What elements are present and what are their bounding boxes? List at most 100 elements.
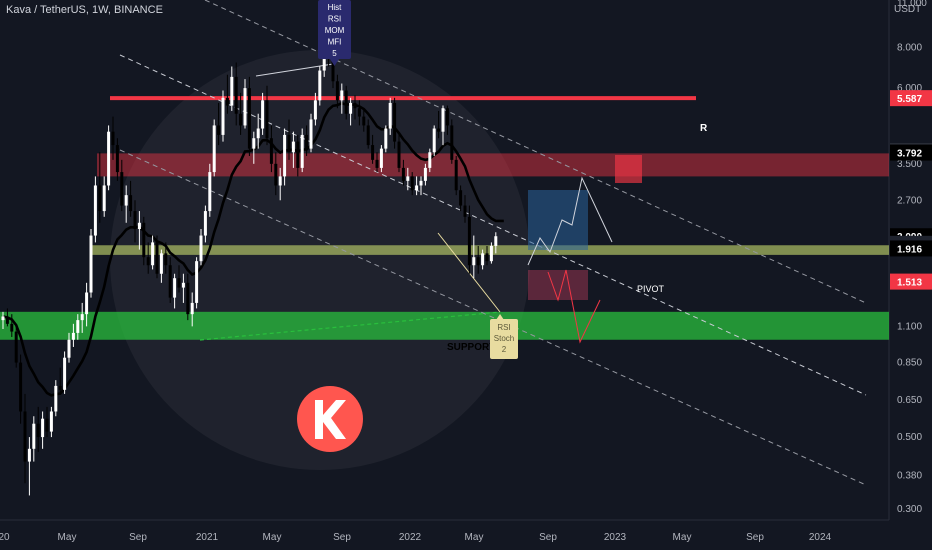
candle-body xyxy=(287,134,291,153)
candle-body xyxy=(177,278,181,288)
candle-body xyxy=(195,261,199,303)
candle-body xyxy=(85,292,89,315)
y-tick-label: 0.380 xyxy=(897,471,922,482)
x-tick-label: 2021 xyxy=(196,532,219,543)
candle-body xyxy=(181,282,185,288)
x-tick-label: Sep xyxy=(129,532,147,543)
candle-body xyxy=(454,159,458,191)
candle-body xyxy=(371,145,375,160)
candle-body xyxy=(10,323,14,332)
candle-body xyxy=(107,131,111,186)
candle-body xyxy=(5,316,9,324)
candle-body xyxy=(243,88,247,126)
candle-body xyxy=(410,176,414,191)
candle-body xyxy=(230,76,234,106)
x-tick-label: 2023 xyxy=(604,532,627,543)
candle-body xyxy=(313,100,317,120)
candle-body xyxy=(80,314,84,321)
resistance-zone xyxy=(97,153,889,177)
chart-svg[interactable]: R PIVOT SUPPORT Hist RSI MOM MFI 5 RSI Stoch 2… xyxy=(0,0,932,550)
pivot-label: PIVOT xyxy=(637,284,665,294)
bottom-marker[interactable]: RSI Stoch 2 xyxy=(490,314,518,359)
candle-body xyxy=(58,385,62,390)
price-badges: 5.5873.8323.7922.0904d 4h1.9161.513 xyxy=(890,90,932,290)
candle-body xyxy=(344,90,348,114)
y-tick-label: 0.300 xyxy=(897,504,922,515)
candle-body xyxy=(459,190,463,206)
candle-body xyxy=(63,357,67,390)
support-zone xyxy=(0,311,889,340)
candle-body xyxy=(27,448,31,462)
target-box-top xyxy=(615,155,642,183)
time-axis[interactable]: 20 May Sep 2021 May Sep 2022 May Sep 2023 May Sep 20… xyxy=(0,532,832,543)
candle-body xyxy=(274,163,278,186)
bottom-marker-text: Stoch xyxy=(494,334,514,343)
candle-body xyxy=(375,159,379,168)
candle-body xyxy=(45,418,49,432)
candle-body xyxy=(437,128,441,132)
x-tick-label: May xyxy=(263,532,282,543)
candle-body xyxy=(93,185,97,236)
candle-body xyxy=(472,257,476,266)
candle-body xyxy=(428,152,432,168)
candle-body xyxy=(481,253,485,266)
candle-body xyxy=(415,185,419,191)
top-marker-text: RSI xyxy=(328,15,341,24)
candle-body xyxy=(124,195,128,206)
bottom-marker-text: 2 xyxy=(502,345,507,354)
candle-body xyxy=(291,141,295,153)
x-tick-label: Sep xyxy=(539,532,557,543)
candle-body xyxy=(419,180,423,186)
candle-body xyxy=(41,418,45,438)
candle-body xyxy=(120,172,124,206)
candle-body xyxy=(261,100,265,129)
candle-body xyxy=(349,102,353,114)
candle-body xyxy=(49,411,53,432)
x-tick-label: 2024 xyxy=(809,532,832,543)
candle-body xyxy=(393,102,397,142)
x-tick-label: Sep xyxy=(333,532,351,543)
y-tick-label: 11.000 xyxy=(897,0,927,9)
candle-body xyxy=(151,242,155,266)
top-marker-text: Hist xyxy=(328,3,343,12)
candle-body xyxy=(432,128,436,153)
candle-body xyxy=(199,235,203,262)
candle-body xyxy=(423,167,427,181)
candle-body xyxy=(203,211,207,236)
candle-body xyxy=(23,411,27,462)
candle-body xyxy=(173,278,177,298)
candle-body xyxy=(357,108,361,117)
candle-body xyxy=(115,145,119,173)
x-tick-label: 2022 xyxy=(399,532,422,543)
y-tick-label: 8.000 xyxy=(897,43,922,54)
candle-body xyxy=(445,108,449,126)
candle-body xyxy=(278,176,282,186)
x-tick-label: Sep xyxy=(746,532,764,543)
y-tick-label: 0.650 xyxy=(897,395,922,406)
long-position-target xyxy=(528,190,588,250)
price-badge-label: 1.513 xyxy=(897,278,922,289)
candle-body xyxy=(225,97,229,106)
candle-body xyxy=(32,423,36,449)
candle-body xyxy=(146,257,150,266)
candle-body xyxy=(221,97,225,135)
x-tick-label: 20 xyxy=(0,532,10,543)
candle-body xyxy=(142,222,146,258)
y-tick-label: 2.700 xyxy=(897,195,922,206)
price-axis[interactable]: 11.0008.0006.0003.5002.7001.1000.8500.65… xyxy=(897,0,927,515)
candle-body xyxy=(159,253,163,274)
candle-body xyxy=(335,81,339,101)
candle-body xyxy=(441,108,445,132)
candle-body xyxy=(256,128,260,139)
top-marker-text: MOM xyxy=(325,26,345,35)
candle-body xyxy=(362,116,366,126)
candle-body xyxy=(296,141,300,168)
candle-body xyxy=(401,167,405,181)
candle-body xyxy=(54,385,58,412)
candle-body xyxy=(137,222,141,230)
candle-body xyxy=(252,138,256,149)
candle-body xyxy=(318,70,322,101)
candle-body xyxy=(265,100,269,139)
top-marker[interactable]: Hist RSI MOM MFI 5 xyxy=(318,0,351,66)
candle-body xyxy=(98,185,102,212)
